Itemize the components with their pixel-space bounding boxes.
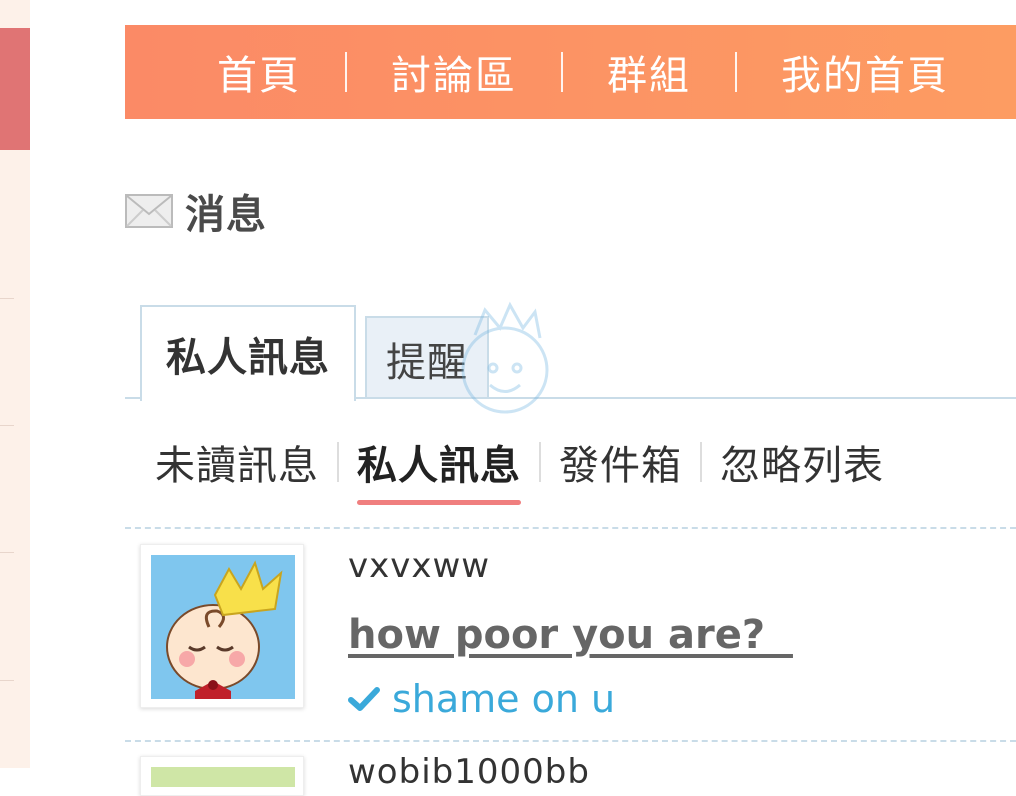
subtab-separator <box>700 442 702 482</box>
list-divider <box>125 527 1016 529</box>
subtab-separator <box>337 442 339 482</box>
nav-my-home[interactable]: 我的首頁 <box>781 43 949 101</box>
nav-home[interactable]: 首頁 <box>217 43 301 101</box>
tab-private-messages[interactable]: 私人訊息 <box>140 305 356 401</box>
subtab-ignore-list[interactable]: 忽略列表 <box>720 433 884 491</box>
nav-separator <box>735 52 737 92</box>
sidebar-accent <box>0 28 30 150</box>
sidebar-divider <box>0 680 14 681</box>
page-heading: 消息 <box>125 186 267 238</box>
nav-separator <box>345 52 347 92</box>
envelope-icon <box>125 194 173 228</box>
subtab-separator <box>539 442 541 482</box>
baby-king-avatar <box>151 555 295 699</box>
sidebar-divider <box>0 298 14 299</box>
subtab-bar: 未讀訊息 私人訊息 發件箱 忽略列表 <box>155 432 884 505</box>
avatar-image <box>151 767 295 787</box>
top-navigation: 首頁 討論區 群組 我的首頁 <box>125 25 1016 119</box>
check-icon <box>348 687 380 711</box>
message-subject-link[interactable]: how poor you are? <box>348 612 793 658</box>
subtab-outbox[interactable]: 發件箱 <box>559 433 682 491</box>
message-sender[interactable]: wobib1000bb <box>348 752 590 792</box>
avatar[interactable] <box>140 544 304 708</box>
tab-reminders[interactable]: 提醒 <box>365 316 489 399</box>
subtab-private-messages[interactable]: 私人訊息 <box>357 433 521 505</box>
avatar[interactable] <box>140 756 304 796</box>
page-title: 消息 <box>185 192 267 238</box>
subtab-unread[interactable]: 未讀訊息 <box>155 433 319 491</box>
message-sender[interactable]: vxvxww <box>348 546 490 586</box>
list-divider <box>125 740 1016 742</box>
sidebar-divider <box>0 425 14 426</box>
nav-separator <box>561 52 563 92</box>
sidebar-divider <box>0 552 14 553</box>
message-status: shame on u <box>348 677 615 721</box>
message-status-text: shame on u <box>392 677 616 721</box>
left-sidebar <box>0 0 30 768</box>
nav-forum[interactable]: 討論區 <box>391 43 517 101</box>
nav-groups[interactable]: 群組 <box>607 43 691 101</box>
